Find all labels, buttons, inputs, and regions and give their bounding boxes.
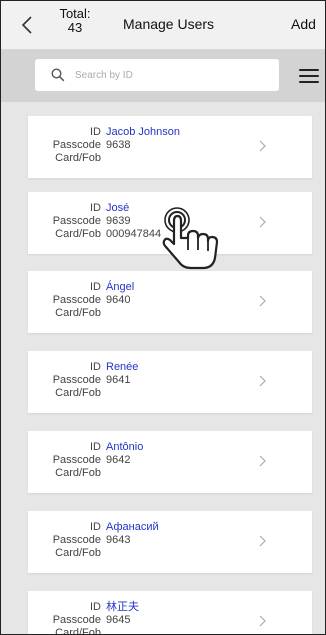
passcode-label: Passcode [52,534,101,546]
id-label: ID [90,521,101,533]
card-label: Card/Fob [55,467,101,479]
card-label: Card/Fob [55,307,101,319]
card-value: 000947844 [106,228,162,240]
user-name: 林正夫 [106,601,139,613]
id-label: ID [90,202,101,214]
user-card[interactable]: ID José Passcode 9639 Card/Fob 000947844 [28,192,312,254]
page-title: Manage Users [123,16,215,32]
search-icon [51,68,65,82]
passcode-value: 9638 [106,139,131,151]
card-label: Card/Fob [55,627,101,635]
chevron-left-icon [21,16,32,34]
user-name: Афанасий [106,521,159,533]
passcode-value: 9641 [106,374,131,386]
card-label: Card/Fob [55,228,101,240]
menu-icon-bar [299,81,319,83]
user-name: José [106,202,130,214]
menu-button[interactable] [299,69,319,85]
back-button[interactable] [13,11,41,39]
chevron-right-icon [259,455,266,467]
user-card[interactable]: ID Афанасий Passcode 9643 Card/Fob [28,511,312,573]
add-button[interactable]: Add [291,16,316,32]
passcode-label: Passcode [52,215,101,227]
user-card[interactable]: ID Antônio Passcode 9642 Card/Fob [28,431,312,493]
user-name: Renée [106,361,139,373]
user-name: Jacob Johnson [106,126,180,138]
user-card[interactable]: ID 林正夫 Passcode 9645 Card/Fob [28,591,312,635]
card-label: Card/Fob [55,387,101,399]
hamburger-menu-icon [299,69,319,71]
chevron-right-icon [259,535,266,547]
id-label: ID [90,361,101,373]
user-name: Antônio [106,441,144,453]
passcode-value: 9639 [106,215,131,227]
chevron-right-icon [259,615,266,627]
chevron-right-icon [259,216,266,228]
user-name: Ángel [106,281,135,293]
user-card[interactable]: ID Jacob Johnson Passcode 9638 Card/Fob [28,116,312,178]
user-card[interactable]: ID Renée Passcode 9641 Card/Fob [28,351,312,413]
passcode-label: Passcode [52,139,101,151]
passcode-label: Passcode [52,374,101,386]
passcode-label: Passcode [52,614,101,626]
id-label: ID [90,601,101,613]
search-input[interactable] [73,68,277,82]
menu-icon-bar [299,75,319,77]
header: Total: 43 Manage Users Add [1,1,325,50]
passcode-label: Passcode [52,454,101,466]
card-label: Card/Fob [55,547,101,559]
app-frame: Total: 43 Manage Users Add ID Jacob John… [0,0,326,635]
passcode-value: 9642 [106,454,131,466]
id-label: ID [90,126,101,138]
passcode-value: 9643 [106,534,131,546]
chevron-right-icon [259,140,266,152]
passcode-value: 9645 [106,614,131,626]
chevron-right-icon [259,375,266,387]
card-label: Card/Fob [55,152,101,164]
total-label: Total: [59,6,91,21]
passcode-label: Passcode [52,294,101,306]
passcode-value: 9640 [106,294,131,306]
search-bar [1,50,325,102]
id-label: ID [90,281,101,293]
user-card[interactable]: ID Ángel Passcode 9640 Card/Fob [28,271,312,333]
chevron-right-icon [259,295,266,307]
total-count: 43 [67,20,83,35]
total-users: Total: 43 [53,7,97,35]
id-label: ID [90,441,101,453]
search-box[interactable] [35,59,279,91]
